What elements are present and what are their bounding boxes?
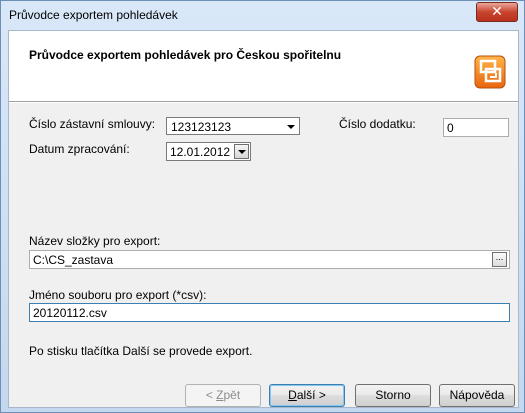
amendment-number-label: Číslo dodatku:: [339, 117, 416, 131]
chevron-down-icon: [238, 150, 246, 154]
back-rest: pět: [223, 388, 241, 402]
calendar-dropdown-button[interactable]: [234, 144, 249, 159]
dialog-body: Průvodce exportem pohledávek pro Českou …: [8, 30, 519, 408]
header-divider: [9, 102, 518, 103]
processing-date-label: Datum zpracování:: [29, 142, 130, 156]
export-wizard-icon: [474, 55, 506, 89]
export-folder-value: C:\CS_zastava: [33, 253, 114, 267]
export-folder-label: Název složky pro export:: [29, 234, 161, 248]
back-accel: Z: [216, 388, 224, 402]
wizard-window: Průvodce exportem pohledávek ✕ Průvodce …: [0, 0, 525, 413]
export-filename-value: 20120112.csv: [33, 306, 107, 320]
title-bar[interactable]: Průvodce exportem pohledávek ✕: [1, 1, 524, 29]
help-button[interactable]: Nápověda: [439, 384, 515, 407]
next-rest: alší >: [296, 388, 326, 402]
contract-number-value: 123123123: [171, 120, 232, 134]
close-button[interactable]: ✕: [476, 2, 518, 22]
next-accel: D: [288, 388, 297, 402]
contract-number-label: Číslo zástavní smlouvy:: [29, 117, 156, 131]
window-title: Průvodce exportem pohledávek: [9, 8, 178, 22]
header-title: Průvodce exportem pohledávek pro Českou …: [29, 48, 342, 62]
amendment-number-field[interactable]: 0: [443, 118, 509, 137]
info-text: Po stisku tlačítka Další se provede expo…: [29, 344, 253, 358]
next-button[interactable]: Další >: [269, 384, 345, 407]
wizard-header: Průvodce exportem pohledávek pro Českou …: [9, 31, 518, 102]
close-icon: ✕: [491, 4, 503, 20]
back-button[interactable]: < Zpět: [185, 384, 261, 407]
processing-date-value: 12.01.2012: [170, 145, 231, 159]
browse-button[interactable]: ...: [492, 252, 507, 267]
chevron-down-icon: [287, 125, 295, 129]
export-filename-label: Jméno souboru pro export (*csv):: [29, 288, 207, 302]
cancel-button[interactable]: Storno: [355, 384, 431, 407]
contract-number-combo[interactable]: 123123123: [166, 117, 300, 135]
processing-date-picker[interactable]: 12.01.2012: [166, 142, 251, 161]
amendment-number-value: 0: [447, 121, 454, 135]
export-filename-field[interactable]: 20120112.csv: [29, 303, 510, 322]
export-folder-field[interactable]: C:\CS_zastava ...: [29, 250, 510, 269]
back-prefix: <: [205, 388, 217, 402]
